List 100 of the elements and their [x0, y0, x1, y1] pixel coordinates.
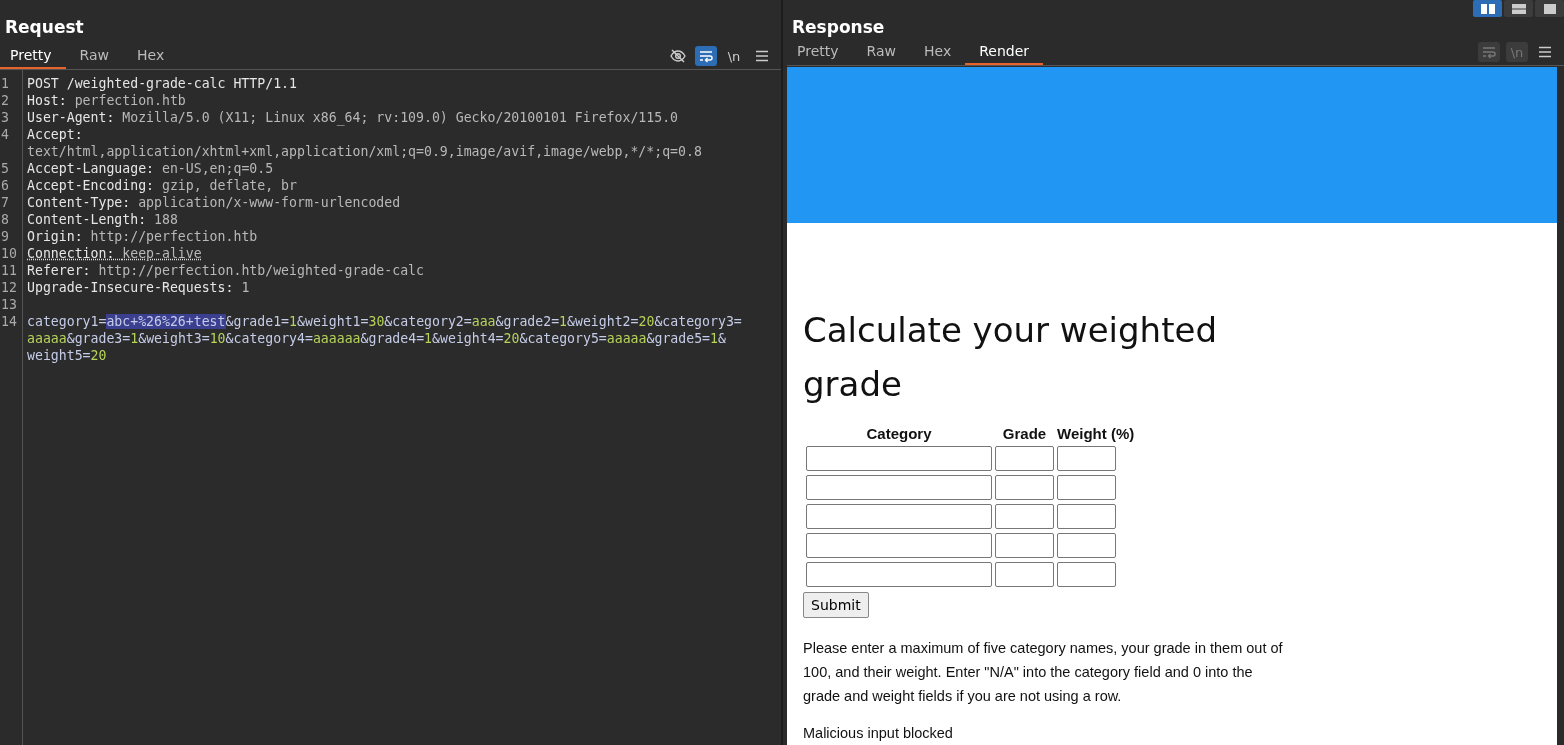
instructions-text: Please enter a maximum of five category names, your grade in them out of 100, and their weight. Enter "N/A" into the category field and 0 into the grade and weight fields if you are not using a row.	[803, 639, 1284, 706]
grade-input[interactable]	[995, 446, 1054, 471]
code-text: &category2=	[384, 314, 472, 329]
line-number: 11	[1, 263, 17, 278]
weight-input[interactable]	[1057, 446, 1116, 471]
code-text: &grade4=	[360, 331, 425, 346]
weight-input[interactable]	[1057, 562, 1116, 587]
tab[interactable]: Pretty	[787, 39, 853, 65]
code-text: Accept-Encoding:	[27, 178, 156, 193]
code-text: gzip, deflate, br	[162, 178, 297, 193]
weight-input[interactable]	[1057, 475, 1116, 500]
code-text: Content-Length:	[27, 212, 148, 227]
code-text: 1	[289, 314, 297, 329]
code-text: Accept:	[27, 127, 84, 142]
line-number: 12	[1, 280, 17, 295]
weight-input[interactable]	[1057, 533, 1116, 558]
status-message: Malicious input blocked	[803, 724, 954, 743]
code-text: abc+%26%26+test	[106, 314, 226, 329]
code-text: &grade5=	[646, 331, 710, 346]
code-text: 1	[130, 331, 139, 346]
code-text: Upgrade-Insecure-Requests:	[27, 280, 235, 295]
code-text: 188	[154, 212, 178, 227]
code-text: 20	[638, 314, 655, 329]
code-text: application/x-www-form-urlencoded	[138, 195, 401, 210]
code-text: 1	[559, 314, 568, 329]
line-number: 3	[1, 110, 9, 125]
code-text: Mozilla/5.0 (X11; Linux x86_64; rv:109.0) Gecko/20100101 Firefox/115.0	[122, 110, 679, 125]
grade-input[interactable]	[995, 533, 1054, 558]
code-text: &grade3=	[66, 331, 131, 346]
code-text: Content-Type:	[27, 195, 132, 210]
code-text: &weight2=	[567, 314, 639, 329]
code-text: POST /weighted-grade-calc HTTP/1.1	[27, 76, 297, 91]
line-number: 7	[1, 195, 9, 210]
code-text: Host:	[27, 93, 68, 108]
code-text: &category4=	[225, 331, 313, 346]
line-number: 9	[1, 229, 9, 244]
newline-toggle[interactable]: \n	[723, 46, 745, 66]
code-text: http://perfection.htb	[90, 229, 258, 244]
code-text: Accept-Language:	[27, 161, 156, 176]
grade-input[interactable]	[995, 504, 1054, 529]
menu-icon[interactable]	[754, 48, 770, 64]
code-text: &grade1=	[225, 314, 290, 329]
code-text: &category3=	[654, 314, 742, 329]
category-input[interactable]	[806, 562, 992, 587]
code-text: keep-alive	[122, 246, 202, 261]
code-text: http://perfection.htb/weighted-grade-calc	[98, 263, 424, 278]
code-text: &weight4=	[432, 331, 504, 346]
code-text: Origin:	[27, 229, 84, 244]
category-input[interactable]	[806, 533, 992, 558]
code-text: Referer:	[27, 263, 92, 278]
code-text: en-US,en;q=0.5	[162, 161, 274, 176]
word-wrap-icon[interactable]	[698, 48, 714, 64]
category-input[interactable]	[806, 475, 992, 500]
line-number: 10	[1, 246, 17, 261]
code-text: &weight3=	[138, 331, 210, 346]
code-text: User-Agent:	[27, 110, 116, 125]
page-heading: Calculate your weighted grade	[803, 309, 1218, 406]
line-number: 13	[1, 297, 17, 312]
submit-button[interactable]: Submit	[803, 592, 869, 618]
eye-slash-icon[interactable]	[670, 48, 686, 64]
column-header: Weight (%)	[1057, 425, 1135, 442]
line-number: 2	[1, 93, 9, 108]
code-text: category1=	[27, 314, 107, 329]
line-number: 5	[1, 161, 9, 176]
grade-input[interactable]	[995, 475, 1054, 500]
line-number: 4	[1, 127, 9, 142]
line-number: 8	[1, 212, 9, 227]
tab[interactable]: Pretty	[0, 43, 66, 69]
code-text: weight5=	[27, 348, 91, 363]
panel-title: Request	[4, 16, 84, 39]
code-text: 1	[424, 331, 433, 346]
code-text: aaaaa	[27, 331, 67, 346]
line-number: 1	[1, 76, 9, 91]
weight-input[interactable]	[1057, 504, 1116, 529]
tab[interactable]: Hex	[910, 39, 966, 65]
code-text: aaaaa	[606, 331, 647, 346]
code-text: &category5=	[519, 331, 607, 346]
menu-icon[interactable]	[1537, 44, 1553, 60]
code-text: 20	[90, 348, 107, 363]
code-text: aaa	[471, 314, 496, 329]
category-input[interactable]	[806, 446, 992, 471]
category-input[interactable]	[806, 504, 992, 529]
code-text: 20	[503, 331, 520, 346]
panel-title: Response	[791, 16, 885, 39]
code-text: text/html,application/xhtml+xml,application/xml;q=0.9,image/avif,image/webp,*/*;q=0.8	[27, 144, 702, 159]
tab[interactable]: Raw	[852, 39, 910, 65]
code-text: aaaaaa	[312, 331, 361, 346]
column-header: Grade	[1002, 425, 1047, 442]
code-text: perfection.htb	[74, 93, 186, 108]
word-wrap-icon[interactable]	[1481, 44, 1497, 60]
tab[interactable]: Hex	[123, 43, 179, 69]
grade-input[interactable]	[995, 562, 1054, 587]
tab[interactable]: Render	[965, 39, 1043, 65]
code-text: 1	[710, 331, 718, 346]
code-text: 1	[241, 280, 250, 295]
code-text: &grade2=	[495, 314, 560, 329]
code-text: &weight1=	[297, 314, 369, 329]
tab[interactable]: Raw	[65, 43, 123, 69]
line-number: 14	[1, 314, 17, 329]
column-header: Category	[866, 425, 932, 442]
